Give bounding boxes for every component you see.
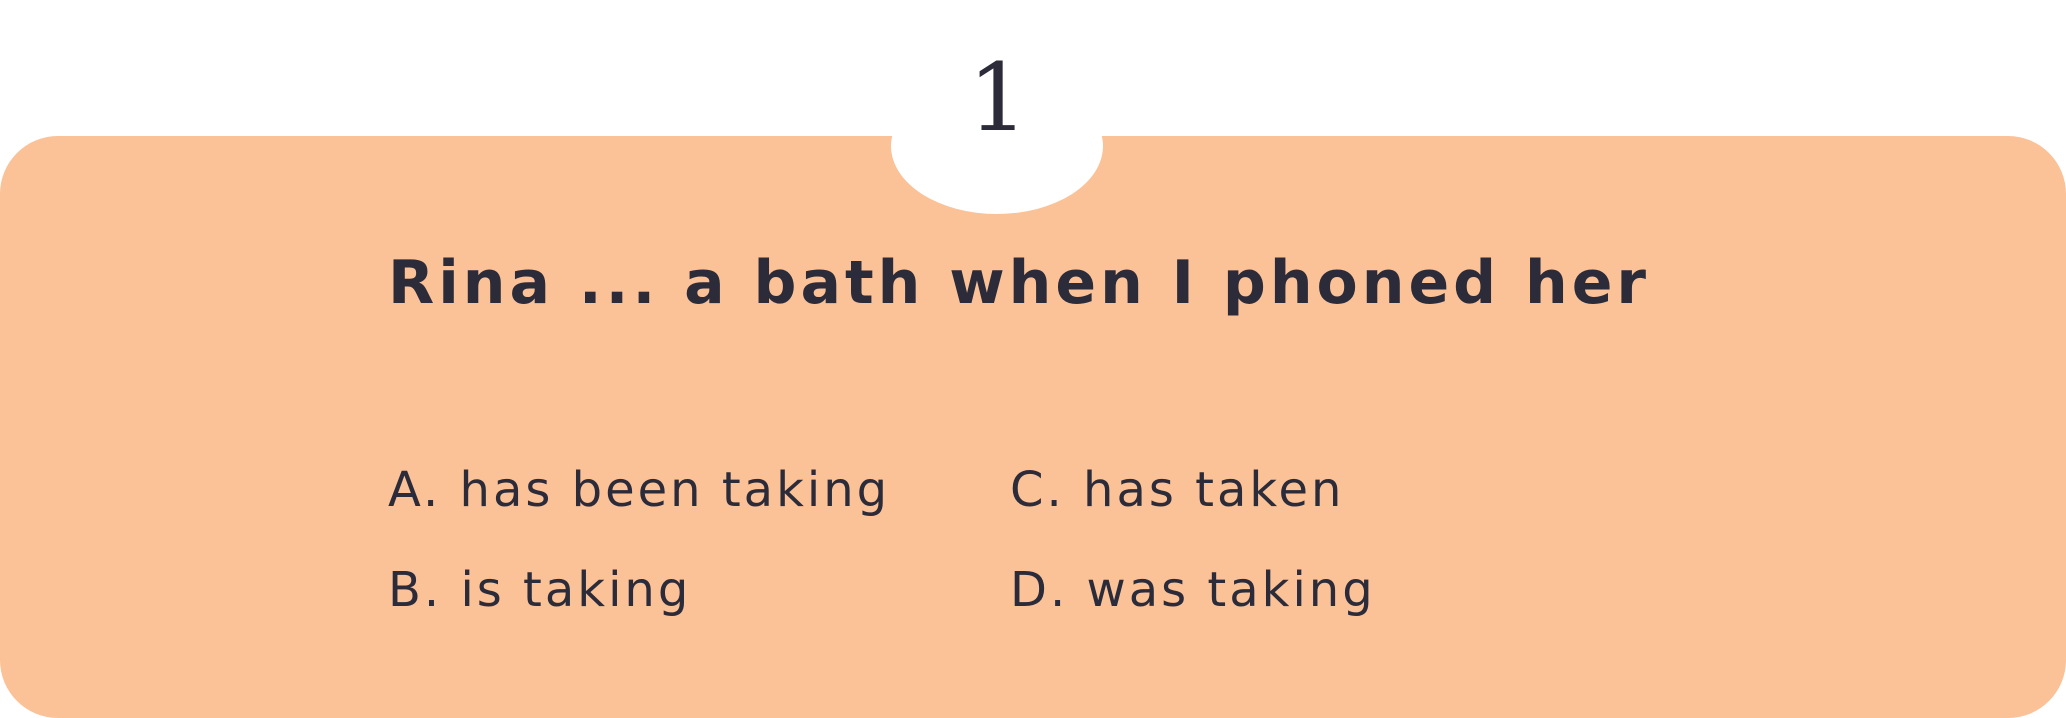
option-c[interactable]: C. has taken: [1010, 455, 1344, 525]
question-text: Rina ... a bath when I phoned her: [388, 248, 1651, 318]
question-card: [0, 136, 2066, 718]
option-d-letter: D.: [1010, 562, 1069, 618]
option-c-text: has taken: [1083, 462, 1345, 518]
option-c-letter: C.: [1010, 462, 1065, 518]
option-a-text: has been taking: [459, 462, 891, 518]
question-number: 1: [968, 44, 1028, 153]
option-b-text: is taking: [460, 562, 692, 618]
option-b[interactable]: B. is taking: [388, 555, 691, 625]
option-d-text: was taking: [1086, 562, 1376, 618]
option-a[interactable]: A. has been taking: [388, 455, 890, 525]
option-a-letter: A.: [388, 462, 442, 518]
option-b-letter: B.: [388, 562, 443, 618]
option-d[interactable]: D. was taking: [1010, 555, 1376, 625]
